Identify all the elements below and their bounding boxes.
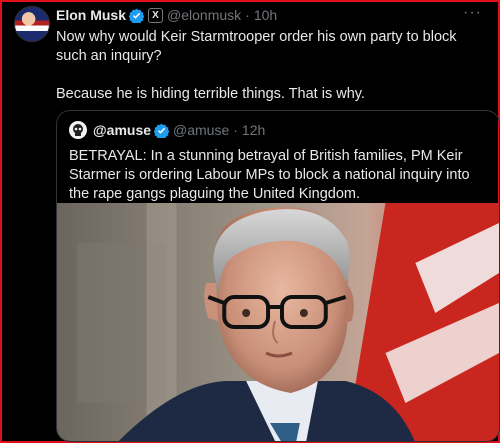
quoted-author-name[interactable]: @amuse bbox=[93, 122, 151, 138]
author-name[interactable]: Elon Musk bbox=[56, 7, 126, 23]
verified-badge-icon bbox=[129, 8, 145, 23]
quoted-media-photo[interactable] bbox=[57, 203, 499, 442]
more-options-icon[interactable]: ··· bbox=[463, 4, 482, 22]
quoted-text: BETRAYAL: In a stunning betrayal of Brit… bbox=[69, 148, 470, 202]
tweet-timestamp[interactable]: 10h bbox=[254, 7, 277, 23]
tweet-text: Now why would Keir Starmtrooper order hi… bbox=[56, 28, 482, 104]
tweet-paragraph: Because he is hiding terrible things. Th… bbox=[56, 86, 365, 102]
quoted-header: @amuse @amuse · 12h bbox=[69, 121, 265, 139]
quoted-timestamp[interactable]: 12h bbox=[242, 122, 265, 138]
x-affiliate-badge-icon: X bbox=[148, 7, 164, 23]
quoted-tweet[interactable]: @amuse @amuse · 12h BETRAYAL: In a stunn… bbox=[56, 110, 500, 442]
tweet-header: Elon Musk X @elonmusk · 10h bbox=[56, 6, 486, 24]
separator-dot: · bbox=[245, 7, 250, 23]
author-handle[interactable]: @elonmusk bbox=[167, 7, 241, 23]
separator-dot: · bbox=[233, 122, 238, 138]
quoted-author-avatar[interactable] bbox=[69, 121, 87, 139]
tweet-paragraph: Now why would Keir Starmtrooper order hi… bbox=[56, 29, 457, 64]
verified-badge-icon bbox=[154, 123, 170, 138]
quoted-author-handle[interactable]: @amuse bbox=[173, 122, 229, 138]
skull-avatar-icon bbox=[69, 121, 87, 139]
author-avatar[interactable] bbox=[14, 6, 50, 42]
